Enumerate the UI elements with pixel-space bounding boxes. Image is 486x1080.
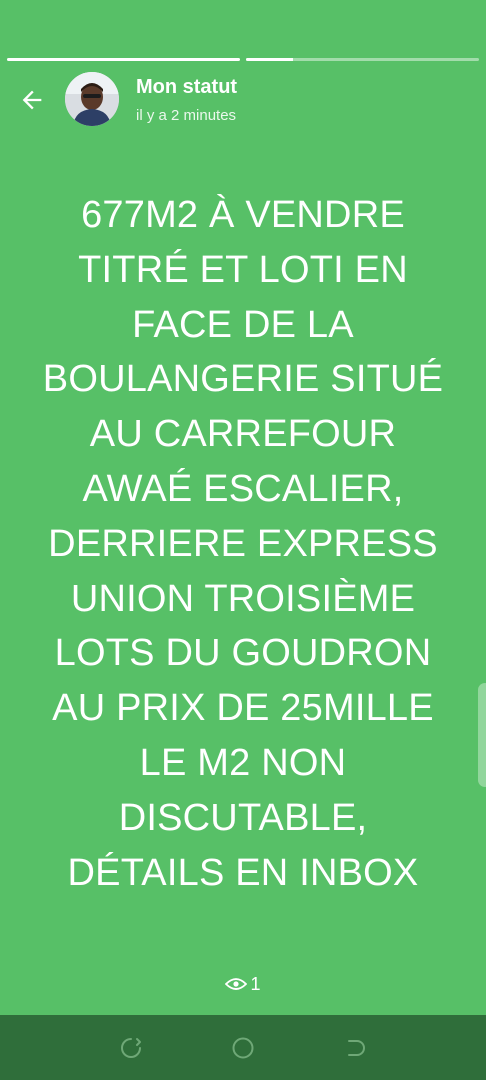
recent-apps-icon [121,1037,141,1058]
views-count: 1 [250,973,261,994]
back-icon [348,1039,365,1056]
progress-fill-2 [246,58,293,61]
home-icon [232,1037,254,1058]
eye-icon [225,978,248,990]
status-timestamp: il y a 2 minutes [136,107,237,124]
home-button[interactable] [228,1033,258,1063]
side-panel-handle[interactable] [478,683,486,787]
back-nav-button[interactable] [340,1033,370,1063]
story-text: 677M2 À VENDRE TITRÉ ET LOTI EN FACE DE … [42,194,444,894]
progress-segment-1 [7,58,240,61]
status-header: Mon statut il y a 2 minutes [0,72,486,126]
progress-segment-2 [246,58,479,61]
avatar[interactable] [65,72,119,126]
profile-photo [65,72,119,126]
recent-apps-button[interactable] [116,1033,146,1063]
status-title: Mon statut [136,76,238,98]
progress-fill-1 [7,58,240,61]
views-counter[interactable]: 1 [0,972,486,996]
system-nav-bar [0,1015,486,1080]
story-progress-bar [7,58,479,62]
back-button[interactable] [14,82,50,118]
arrow-left-icon [22,90,42,110]
